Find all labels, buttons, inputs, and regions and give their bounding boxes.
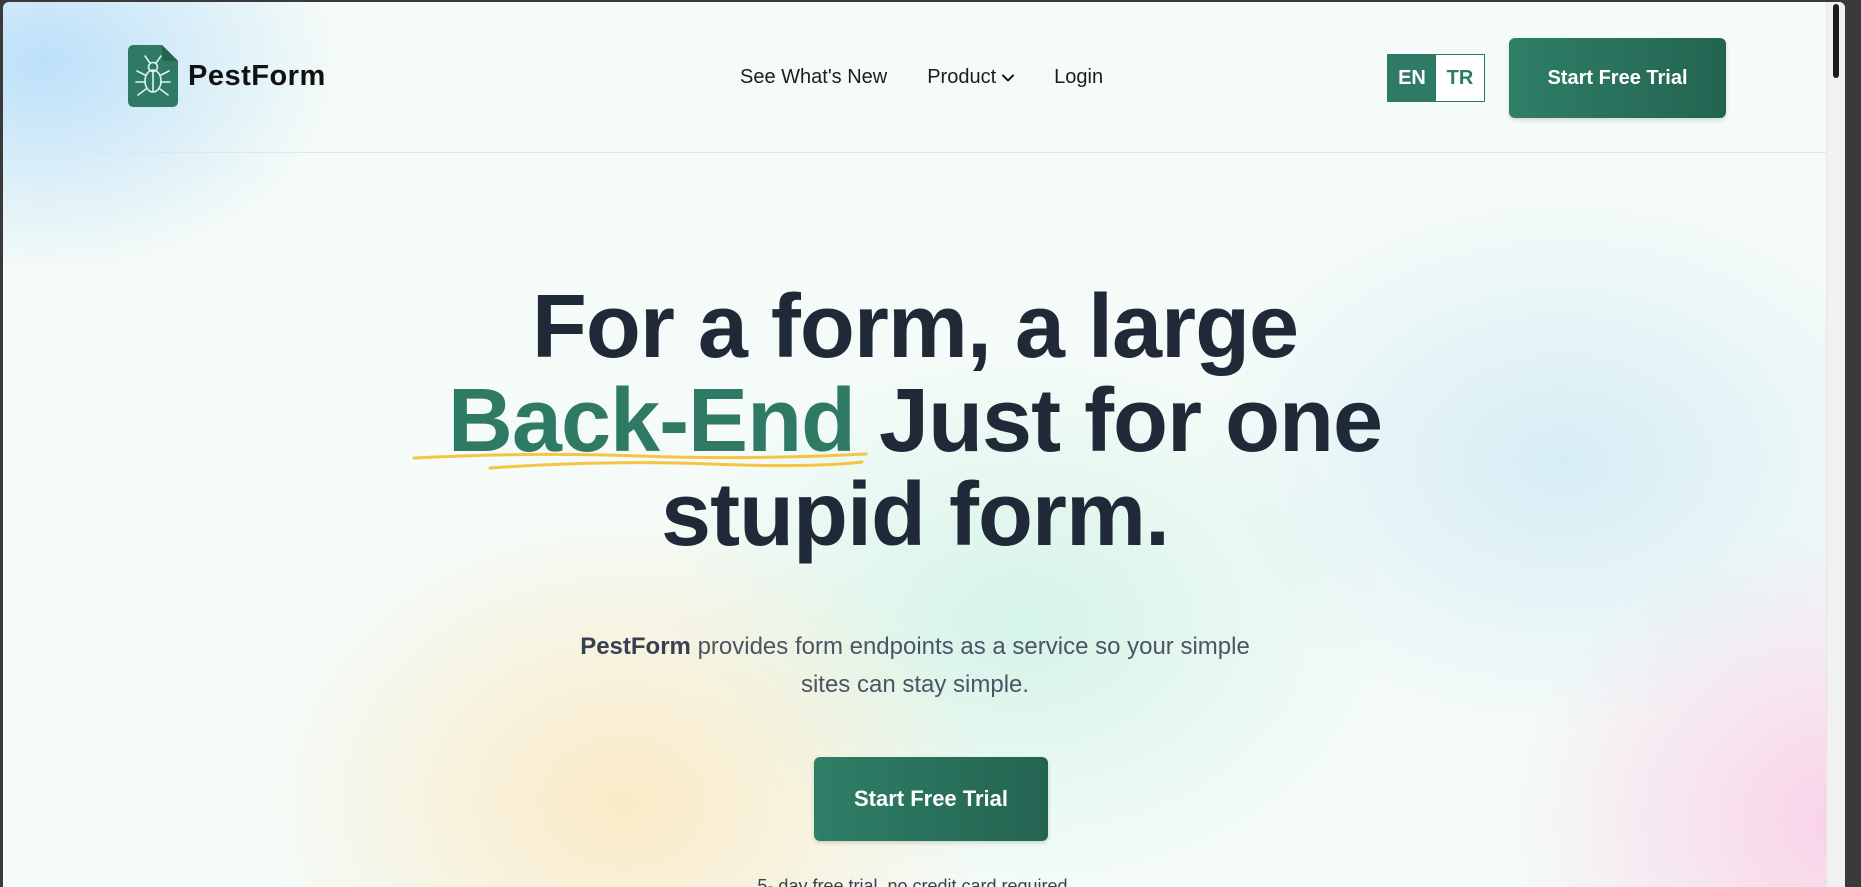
hero-title-line2-rest: Just for one	[879, 371, 1383, 471]
hero-title-line2: Back-End Just for one	[3, 371, 1827, 471]
nav-label: Login	[1054, 66, 1104, 88]
hero-title: For a form, a large Back-End Just for on…	[3, 280, 1827, 562]
nav-login[interactable]: Login	[1054, 66, 1103, 89]
hero-title-line1: For a form, a large	[531, 277, 1299, 377]
nav-see-whats-new[interactable]: See What's New	[740, 66, 887, 89]
hero-start-trial-button[interactable]: Start Free Trial	[814, 757, 1048, 841]
header-start-trial-button[interactable]: Start Free Trial	[1509, 38, 1726, 118]
brand-name: PestForm	[188, 59, 326, 92]
lang-en-button[interactable]: EN	[1388, 55, 1436, 101]
main-nav: See What's New Product Login	[740, 66, 1103, 89]
scrollbar-thumb[interactable]	[1833, 4, 1839, 78]
nav-label: Product	[927, 66, 997, 88]
hand-drawn-underline	[412, 452, 868, 470]
hero-subtitle-line2: sites can stay simple.	[800, 671, 1030, 698]
hero-subtitle-line1: PestForm provides form endpoints as a se…	[3, 628, 1827, 666]
trial-note: 5- day free trial, no credit card requir…	[757, 876, 1073, 887]
hero-subtitle-rest: provides form endpoints as a service so …	[697, 633, 1250, 660]
hero-subtitle-brand: PestForm	[580, 633, 691, 660]
hero-highlight: Back-End	[412, 374, 868, 470]
hero-subtitle: PestForm provides form endpoints as a se…	[3, 628, 1827, 704]
lang-tr-button[interactable]: TR	[1436, 55, 1484, 101]
browser-viewport: PestForm See What's New Product Login EN…	[3, 2, 1845, 887]
nav-label: See What's New	[740, 66, 888, 88]
hero-title-line3: stupid form.	[661, 465, 1170, 565]
nav-product-dropdown[interactable]: Product	[927, 66, 1015, 89]
brand-logo[interactable]: PestForm	[128, 45, 326, 107]
chevron-down-icon	[1002, 74, 1015, 81]
page-scrollbar[interactable]	[1826, 2, 1845, 887]
language-switcher: EN TR	[1387, 54, 1485, 102]
site-header: PestForm See What's New Product Login EN…	[3, 2, 1827, 153]
bug-file-icon	[128, 45, 178, 107]
